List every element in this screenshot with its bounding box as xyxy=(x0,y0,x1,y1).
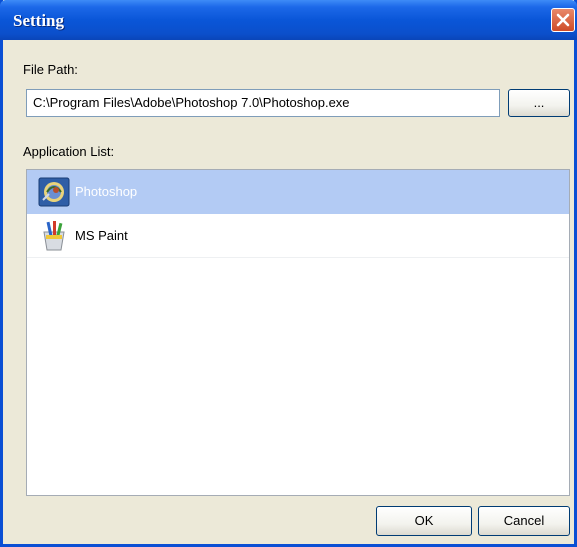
window-title: Setting xyxy=(13,11,64,30)
title-bar[interactable]: Setting xyxy=(0,0,577,40)
photoshop-icon xyxy=(38,177,70,207)
ok-button[interactable]: OK xyxy=(376,506,472,536)
close-icon xyxy=(556,13,570,27)
list-item-ms-paint[interactable]: MS Paint xyxy=(27,214,569,258)
application-list-label: Application List: xyxy=(23,144,115,159)
close-button[interactable] xyxy=(551,8,575,32)
file-path-label: File Path: xyxy=(23,62,78,77)
browse-button[interactable]: ... xyxy=(508,89,570,117)
setting-dialog: Setting File Path: C:\Program Files\Adob… xyxy=(0,0,577,547)
application-list[interactable]: Photoshop MS Paint xyxy=(26,169,570,496)
ms-paint-icon xyxy=(43,221,65,251)
list-item-label: Photoshop xyxy=(75,184,138,199)
list-item-photoshop[interactable]: Photoshop xyxy=(27,170,569,214)
file-path-input[interactable]: C:\Program Files\Adobe\Photoshop 7.0\Pho… xyxy=(26,89,500,117)
cancel-button[interactable]: Cancel xyxy=(478,506,570,536)
list-item-label: MS Paint xyxy=(75,228,128,243)
